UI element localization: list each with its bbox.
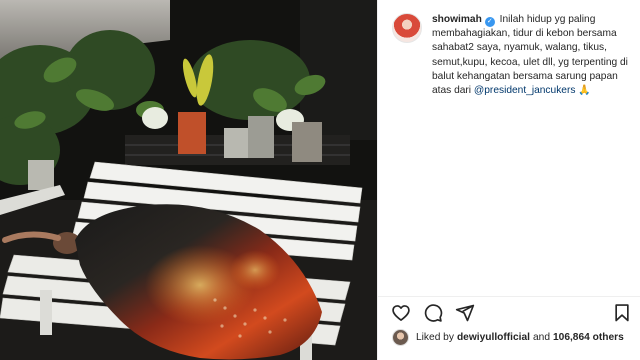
author-avatar[interactable] [392, 13, 422, 43]
caption-text: Inilah hidup yg paling membahagiakan, ti… [432, 14, 628, 97]
post-caption: showimah ✓ Inilah hidup yg paling membaha… [432, 13, 628, 98]
liker-avatar[interactable] [392, 329, 409, 346]
heart-icon[interactable] [391, 303, 411, 323]
pray-emoji: 🙏 [578, 85, 591, 97]
verified-icon: ✓ [484, 17, 495, 27]
post-side-panel: showimah ✓ Inilah hidup yg paling membaha… [377, 0, 640, 360]
author-username[interactable]: showimah [432, 14, 482, 25]
likes-prefix: Liked by [416, 332, 454, 343]
bookmark-icon[interactable] [613, 303, 631, 323]
photo-scene [0, 0, 377, 360]
likes-summary: Liked by dewiyullofficial and 106,864 ot… [392, 329, 624, 346]
likes-count[interactable]: 106,864 others [553, 332, 624, 343]
caption-mention[interactable]: @president_jancukers [474, 85, 576, 96]
liker-username[interactable]: dewiyullofficial [457, 332, 530, 343]
caption-block: showimah ✓ Inilah hidup yg paling membaha… [392, 13, 628, 98]
comment-icon[interactable] [423, 303, 443, 323]
action-bar [378, 296, 640, 328]
share-icon[interactable] [455, 303, 475, 323]
post-photo[interactable] [0, 0, 377, 360]
likes-conjunction: and [532, 332, 550, 343]
